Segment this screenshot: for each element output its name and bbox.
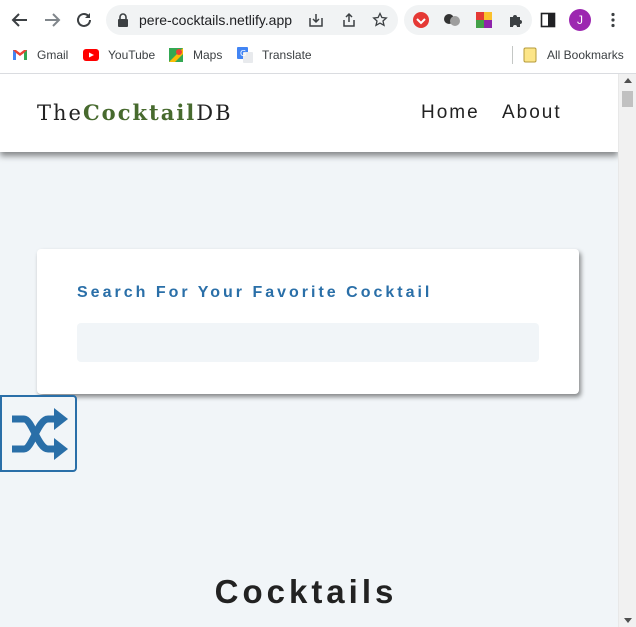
bookmark-label: Translate bbox=[262, 48, 312, 62]
url-text: pere-cocktails.netlify.app bbox=[139, 12, 293, 28]
lock-icon bbox=[118, 13, 128, 27]
bookmarks-bar: Gmail YouTube Maps G Translate All Bookm… bbox=[0, 40, 636, 72]
browser-chrome: pere-cocktails.netlify.app J Gmail YouTu… bbox=[0, 0, 636, 74]
color-extension-icon[interactable] bbox=[474, 10, 494, 30]
bookmark-translate[interactable]: G Translate bbox=[237, 47, 312, 63]
install-app-icon[interactable] bbox=[308, 12, 324, 28]
bookmarks-separator bbox=[512, 46, 513, 64]
save-extension-icon[interactable] bbox=[411, 10, 431, 30]
shuffle-icon bbox=[11, 407, 68, 460]
youtube-icon bbox=[83, 47, 99, 63]
random-cocktail-button[interactable] bbox=[0, 395, 77, 472]
bookmark-maps[interactable]: Maps bbox=[168, 47, 222, 63]
all-bookmarks-button[interactable]: All Bookmarks bbox=[522, 47, 624, 63]
puzzle-extensions-icon[interactable] bbox=[506, 10, 526, 30]
extensions-group bbox=[404, 5, 532, 35]
translate-icon: G bbox=[237, 47, 253, 63]
side-panel-icon[interactable] bbox=[537, 9, 559, 31]
search-form: Search For Your Favorite Cocktail bbox=[37, 249, 579, 394]
kebab-menu-icon[interactable] bbox=[602, 9, 624, 31]
scroll-thumb[interactable] bbox=[622, 91, 633, 107]
bookmark-label: Gmail bbox=[37, 48, 69, 62]
bookmark-label: Maps bbox=[193, 48, 223, 62]
bookmark-star-icon[interactable] bbox=[372, 12, 388, 28]
profile-avatar[interactable]: J bbox=[569, 9, 591, 31]
site-logo[interactable]: TheCocktailDB bbox=[37, 100, 233, 125]
reload-button[interactable] bbox=[72, 8, 96, 32]
site-navbar: TheCocktailDB Home About bbox=[0, 74, 618, 152]
browser-toolbar: pere-cocktails.netlify.app J bbox=[0, 0, 636, 40]
back-button[interactable] bbox=[8, 8, 32, 32]
reload-icon bbox=[77, 12, 91, 27]
scroll-down-arrow-icon[interactable] bbox=[624, 618, 632, 623]
folder-icon bbox=[522, 47, 538, 63]
nav-link-about[interactable]: About bbox=[502, 102, 562, 124]
arrow-left-icon bbox=[11, 13, 27, 27]
maps-icon bbox=[168, 47, 184, 63]
share-icon[interactable] bbox=[341, 12, 357, 28]
gmail-icon bbox=[12, 47, 28, 63]
search-label: Search For Your Favorite Cocktail bbox=[77, 284, 433, 301]
forward-button[interactable] bbox=[40, 8, 64, 32]
page-scrollbar[interactable] bbox=[618, 74, 636, 627]
all-bookmarks-label: All Bookmarks bbox=[547, 48, 624, 62]
section-title: Cocktails bbox=[214, 573, 398, 610]
logo-suffix: DB bbox=[196, 101, 233, 125]
scroll-up-arrow-icon[interactable] bbox=[624, 78, 632, 83]
address-bar[interactable]: pere-cocktails.netlify.app bbox=[106, 5, 398, 35]
bookmark-youtube[interactable]: YouTube bbox=[83, 47, 155, 63]
logo-prefix: The bbox=[37, 101, 83, 125]
search-input[interactable] bbox=[77, 323, 539, 362]
nav-link-home[interactable]: Home bbox=[421, 102, 480, 124]
arrow-right-icon bbox=[45, 13, 61, 27]
svg-text:G: G bbox=[240, 49, 246, 58]
bookmark-gmail[interactable]: Gmail bbox=[12, 47, 68, 63]
bookmark-label: YouTube bbox=[108, 48, 156, 62]
balls-extension-icon[interactable] bbox=[442, 10, 462, 30]
page-viewport: TheCocktailDB Home About Search For Your… bbox=[0, 74, 618, 627]
logo-accent: Cocktail bbox=[82, 100, 197, 125]
